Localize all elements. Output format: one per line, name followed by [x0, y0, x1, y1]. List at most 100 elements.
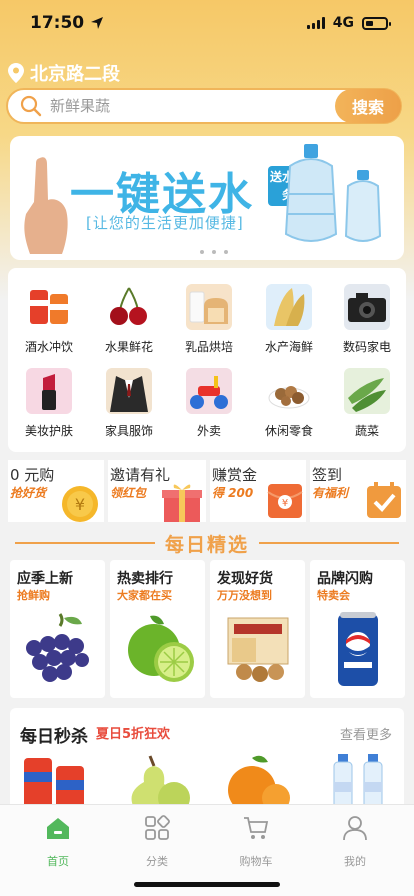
promo-invite[interactable]: 邀请有礼 领红包	[108, 460, 206, 522]
bread-milk-icon	[186, 284, 232, 330]
feature-card-discover[interactable]: 发现好货 万万没想到	[210, 560, 305, 698]
status-time-group: 17:50	[30, 13, 104, 33]
feature-subtitle: 大家都在买	[117, 589, 172, 602]
tab-label: 购物车	[239, 855, 273, 868]
promo-banner[interactable]: 一键送水 [让您的生活更加便捷] 送水服务	[10, 136, 404, 260]
pointing-hand-icon	[24, 157, 68, 254]
category-item[interactable]: 数码家电	[328, 284, 406, 355]
tab-label: 分类	[146, 855, 168, 868]
feature-title: 品牌闪购	[317, 571, 373, 587]
vegetables-icon	[344, 368, 390, 414]
promo-subtitle: 有福利	[312, 486, 349, 500]
tab-category[interactable]: 分类	[117, 815, 197, 869]
toy-bike-icon	[186, 368, 232, 414]
home-indicator[interactable]	[134, 882, 280, 887]
promo-free-buy[interactable]: 0 元购 抢好货 ¥	[8, 460, 104, 522]
category-item[interactable]: 酒水冲饮	[10, 284, 88, 355]
cart-icon	[244, 817, 269, 839]
water-jug-icon	[284, 144, 338, 242]
lime-icon	[128, 615, 194, 682]
promo-bounty[interactable]: 赚赏金 得 200 ¥	[210, 460, 306, 522]
network-label: 4G	[332, 15, 354, 31]
category-label: 数码家电	[342, 340, 391, 354]
svg-text:¥: ¥	[75, 495, 85, 514]
search-button[interactable]: 搜索	[335, 89, 401, 123]
svg-text:¥: ¥	[282, 498, 288, 509]
category-label: 水产海鲜	[264, 340, 313, 354]
category-item[interactable]: 水产海鲜	[250, 284, 328, 355]
tab-home[interactable]: 首页	[18, 815, 98, 869]
seckill-subtitle: 夏日5折狂欢	[96, 727, 171, 742]
tab-cart[interactable]: 购物车	[216, 815, 296, 869]
coin-icon: ¥	[62, 486, 98, 522]
lipstick-icon	[26, 368, 72, 414]
user-icon	[343, 816, 367, 841]
status-indicators: 4G	[306, 15, 391, 31]
water-bottle-icon	[344, 170, 382, 242]
pepsi-can-icon	[338, 612, 378, 686]
battery-icon	[362, 16, 391, 30]
grid-icon	[145, 815, 170, 840]
tab-profile[interactable]: 我的	[315, 815, 395, 869]
tab-label: 首页	[47, 855, 69, 868]
snack-box-icon	[227, 617, 289, 682]
feature-card-seasonal[interactable]: 应季上新 抢鲜购	[10, 560, 105, 698]
soda-cans-icon	[26, 284, 72, 330]
feature-title: 发现好货	[217, 571, 273, 587]
search-bar: 搜索	[6, 88, 402, 124]
signal-icon	[306, 17, 325, 29]
search-icon	[20, 95, 42, 117]
promo-checkin[interactable]: 签到 有福利	[310, 460, 406, 522]
category-label: 休闲零食	[264, 424, 313, 438]
seckill-title: 每日秒杀	[20, 727, 88, 747]
banner-subtitle: [让您的生活更加便捷]	[86, 214, 244, 232]
divider-line	[259, 542, 399, 544]
category-item[interactable]: 美妆护肤	[10, 368, 88, 439]
feature-card-brand[interactable]: 品牌闪购 特卖会	[310, 560, 405, 698]
calendar-check-icon	[367, 482, 401, 518]
promo-title: 0 元购	[10, 466, 55, 484]
map-pin-icon	[8, 63, 24, 83]
category-item[interactable]: 家具服饰	[90, 368, 168, 439]
gift-icon	[162, 484, 202, 522]
divider-line	[14, 542, 155, 544]
category-item[interactable]: 蔬菜	[328, 368, 406, 439]
category-item[interactable]: 外卖	[170, 368, 248, 439]
location-arrow-icon	[91, 17, 104, 29]
location-text: 北京路二段	[30, 64, 120, 85]
camera-icon	[344, 284, 390, 330]
category-item[interactable]: 休闲零食	[250, 368, 328, 439]
search-input[interactable]	[50, 91, 335, 121]
status-bar: 17:50 4G	[0, 0, 414, 46]
location-selector[interactable]: 北京路二段	[8, 60, 120, 86]
promo-subtitle: 得 200	[212, 486, 254, 500]
feature-card-hot[interactable]: 热卖排行 大家都在买	[110, 560, 205, 698]
cherries-icon	[106, 284, 152, 330]
bamboo-shoot-icon	[266, 284, 312, 330]
category-label: 外卖	[196, 424, 221, 438]
feature-subtitle: 抢鲜购	[17, 589, 50, 602]
category-item[interactable]: 乳品烘培	[170, 284, 248, 355]
status-time: 17:50	[30, 13, 85, 33]
category-label: 乳品烘培	[184, 340, 233, 354]
home-icon	[47, 818, 69, 839]
category-label: 家具服饰	[104, 424, 153, 438]
feature-title: 热卖排行	[117, 571, 173, 587]
suit-icon	[106, 368, 152, 414]
red-envelope-icon: ¥	[267, 484, 303, 518]
category-label: 美妆护肤	[24, 424, 73, 438]
daily-picks-heading: 每日精选	[0, 528, 414, 558]
category-label: 酒水冲饮	[24, 340, 73, 354]
promo-title: 签到	[312, 466, 343, 484]
promo-title: 赚赏金	[212, 466, 258, 484]
view-more-link[interactable]: 查看更多	[340, 724, 392, 743]
category-item[interactable]: 水果鲜花	[90, 284, 168, 355]
section-title: 每日精选	[164, 533, 249, 556]
snacks-icon	[266, 368, 312, 414]
category-label: 水果鲜花	[104, 340, 153, 354]
tab-label: 我的	[344, 855, 366, 868]
category-grid: 酒水冲饮 水果鲜花 乳品烘培 水产海鲜 数码家电 美妆护肤 家具服饰 外卖 休闲…	[8, 268, 406, 452]
feature-title: 应季上新	[17, 571, 73, 587]
feature-subtitle: 特卖会	[317, 589, 350, 602]
promo-subtitle: 抢好货	[10, 486, 47, 500]
